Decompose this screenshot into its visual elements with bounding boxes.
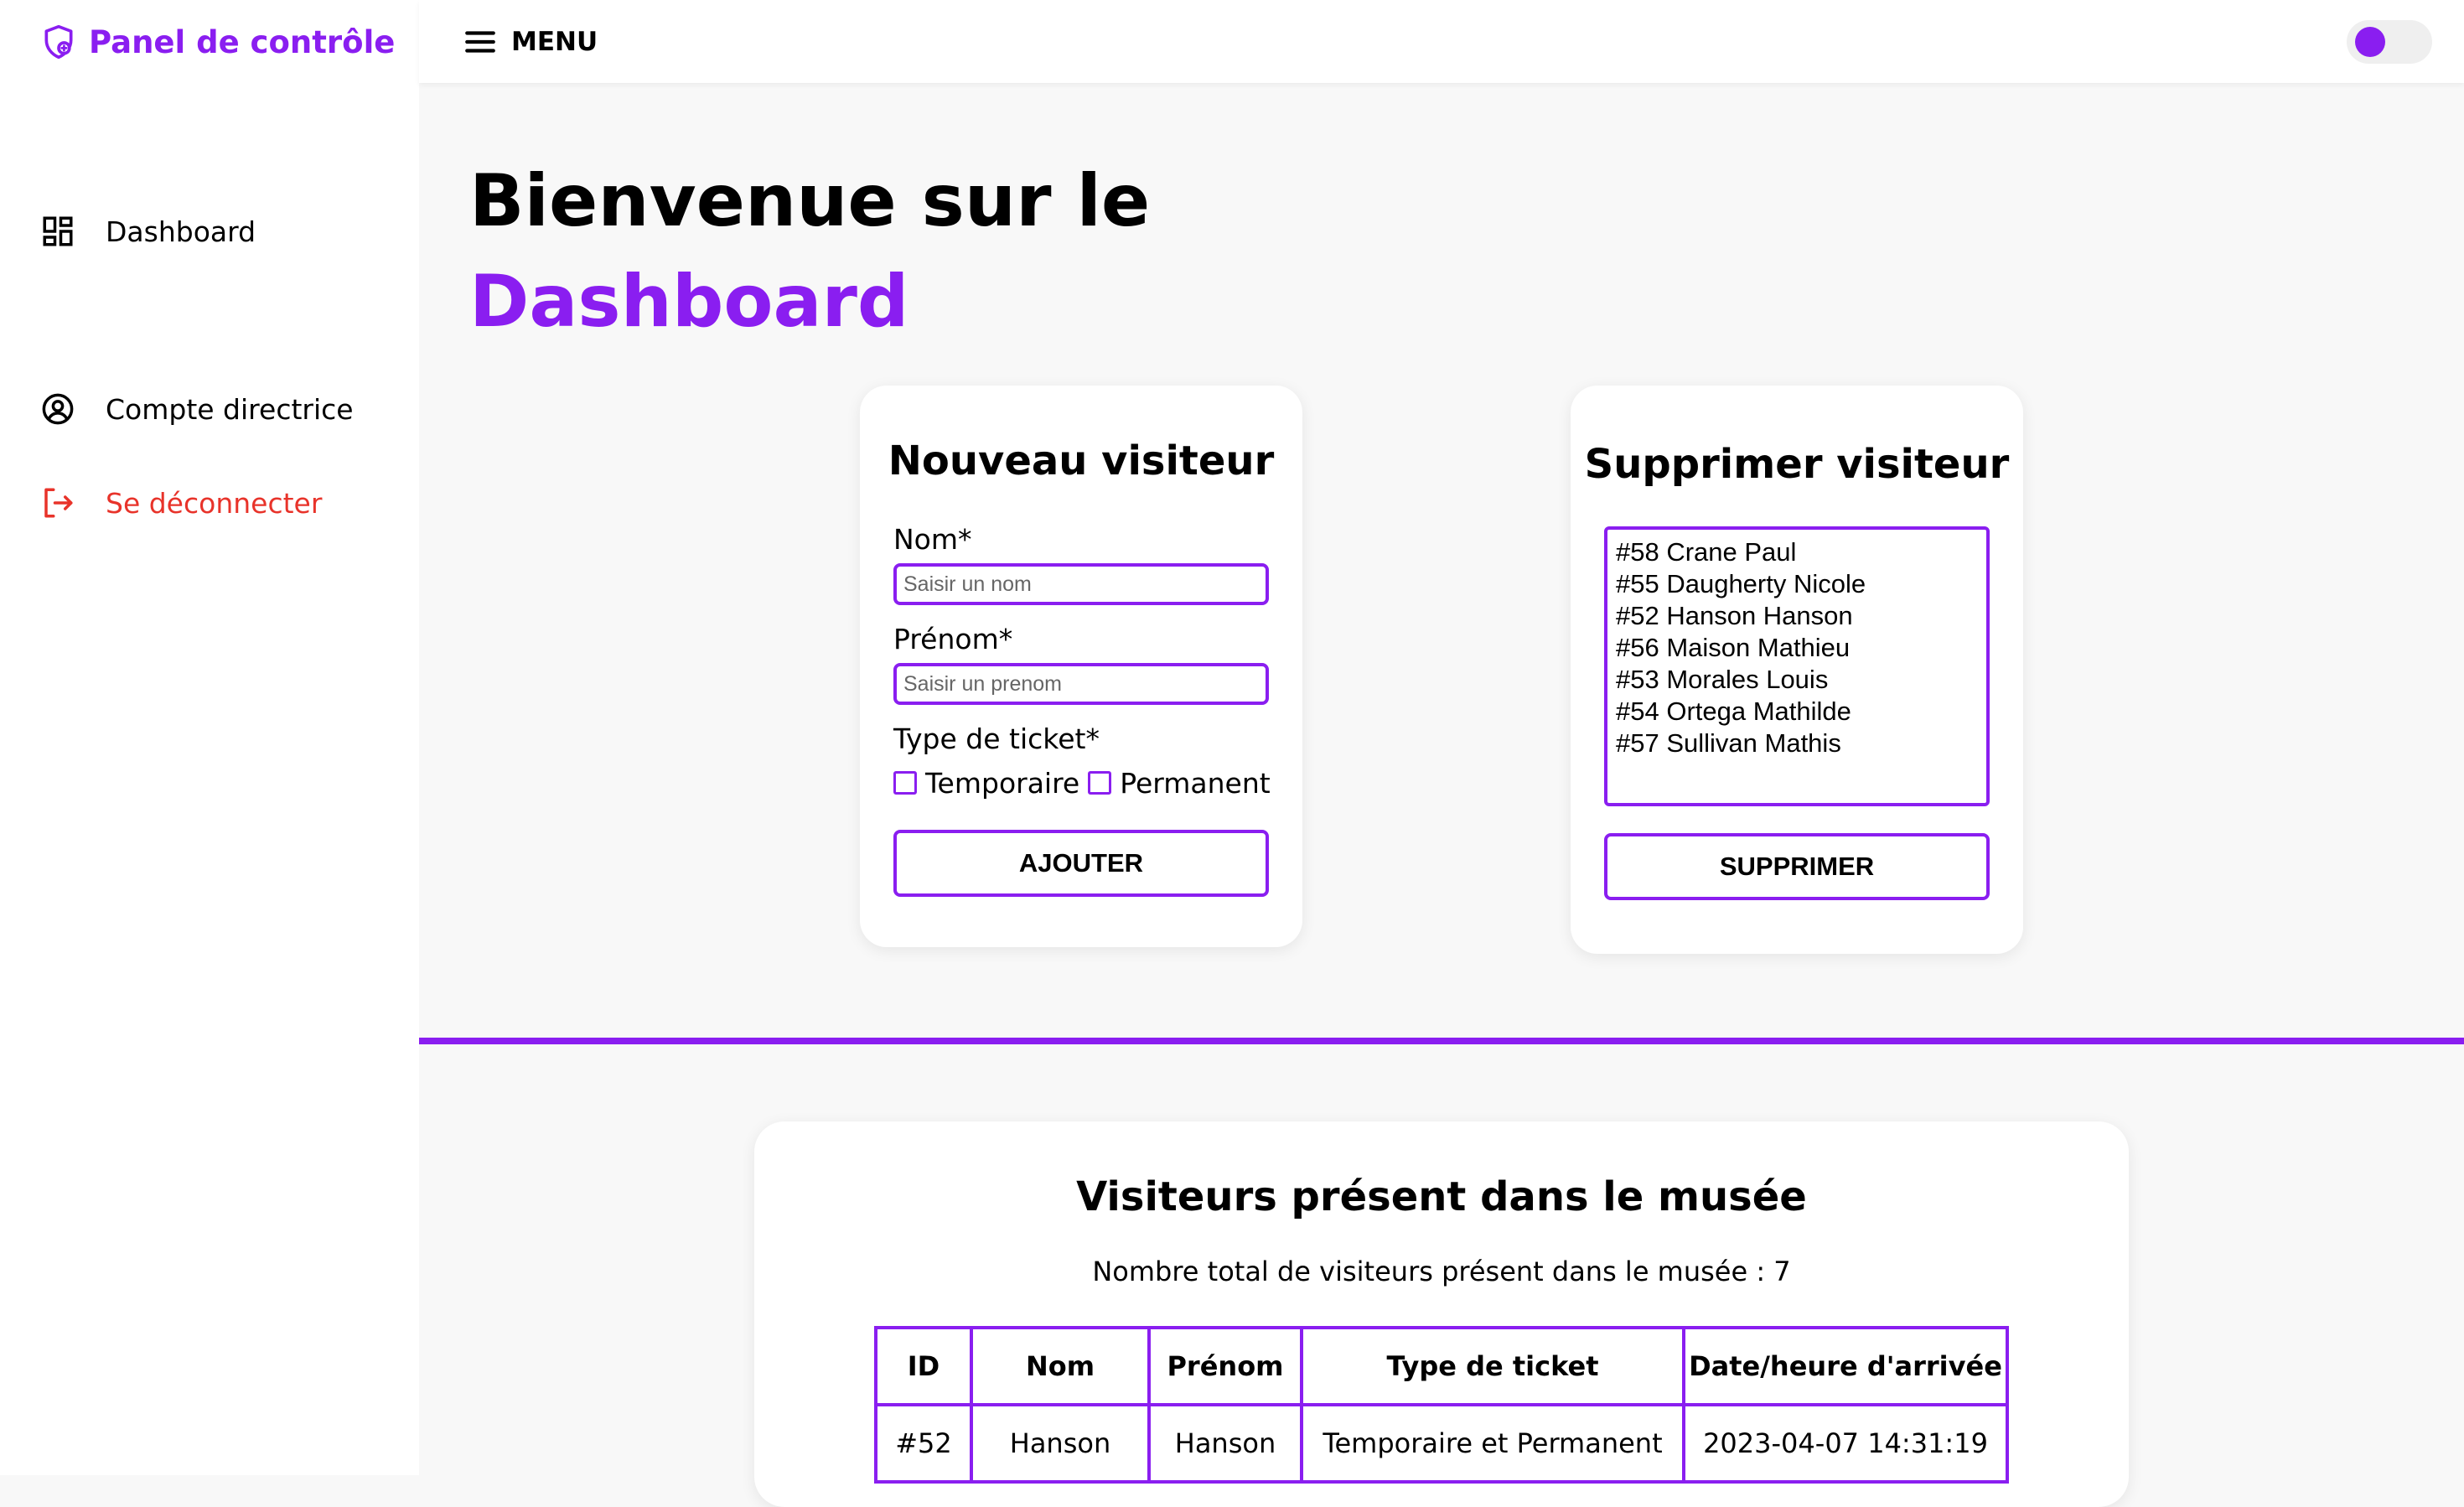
brand-title: Panel de contrôle <box>89 23 396 60</box>
visitor-select-list[interactable]: #58 Crane Paul #55 Daugherty Nicole #52 … <box>1604 526 1990 806</box>
temporaire-checkbox[interactable] <box>893 771 917 795</box>
menu-button[interactable]: MENU <box>463 18 598 65</box>
delete-visitor-card: Supprimer visiteur #58 Crane Paul #55 Da… <box>1571 386 2023 954</box>
logout-icon <box>44 488 73 518</box>
cell-prenom: Hanson <box>1147 1403 1303 1484</box>
card-title: Supprimer visiteur <box>1584 441 2010 488</box>
dashboard-icon <box>43 216 73 246</box>
cell-id: #52 <box>874 1403 973 1484</box>
ticket-type-label: Type de ticket* <box>893 722 1100 755</box>
visitors-card: Visiteurs présent dans le musée Nombre t… <box>754 1121 2129 1507</box>
permanent-checkbox[interactable] <box>1088 771 1112 795</box>
temporaire-label: Temporaire <box>925 766 1080 800</box>
toggle-knob <box>2355 27 2385 57</box>
list-item[interactable]: #53 Morales Louis <box>1616 664 1978 696</box>
column-header-nom: Nom <box>970 1326 1151 1406</box>
theme-toggle[interactable] <box>2347 20 2432 64</box>
sidebar: Panel de contrôle Dashboard Compte direc… <box>0 0 419 1475</box>
visitors-table: ID Nom Prénom Type de ticket Date/heure … <box>874 1326 2009 1484</box>
cell-ticket-type: Temporaire et Permanent <box>1300 1403 1685 1484</box>
column-header-prenom: Prénom <box>1147 1326 1303 1406</box>
cell-arrival: 2023-04-07 14:31:19 <box>1682 1403 2009 1484</box>
list-item[interactable]: #52 Hanson Hanson <box>1616 600 1978 632</box>
sidebar-item-dashboard[interactable]: Dashboard <box>40 206 256 256</box>
list-item[interactable]: #56 Maison Mathieu <box>1616 632 1978 664</box>
shield-icon <box>44 24 73 60</box>
column-header-id: ID <box>874 1326 973 1406</box>
card-title: Nouveau visiteur <box>888 438 1275 484</box>
brand[interactable]: Panel de contrôle <box>40 18 395 65</box>
nom-label: Nom* <box>893 523 972 556</box>
sidebar-item-label: Se déconnecter <box>106 486 323 520</box>
user-circle-icon <box>42 393 74 425</box>
prenom-label: Prénom* <box>893 623 1013 655</box>
table-header-row: ID Nom Prénom Type de ticket Date/heure … <box>874 1326 2009 1406</box>
sidebar-item-label: Dashboard <box>106 215 256 248</box>
table-row: #52 Hanson Hanson Temporaire et Permanen… <box>874 1403 2009 1484</box>
ticket-type-options: Temporaire Permanent <box>893 766 1271 800</box>
menu-label: MENU <box>511 27 598 57</box>
delete-button[interactable]: SUPPRIMER <box>1604 833 1990 900</box>
hamburger-icon <box>465 31 495 53</box>
nom-input[interactable] <box>893 563 1269 605</box>
column-header-ticket-type: Type de ticket <box>1300 1326 1685 1406</box>
add-button[interactable]: AJOUTER <box>893 830 1269 897</box>
top-bar: MENU <box>419 0 2464 83</box>
page-title-accent: Dashboard <box>469 260 909 344</box>
sidebar-item-label: Compte directrice <box>106 392 354 426</box>
cell-nom: Hanson <box>970 1403 1151 1484</box>
permanent-label: Permanent <box>1120 766 1271 800</box>
prenom-input[interactable] <box>893 663 1269 705</box>
visitors-title: Visiteurs présent dans le musée <box>1076 1173 1807 1220</box>
page-title: Bienvenue sur le <box>469 159 1151 243</box>
sidebar-item-account[interactable]: Compte directrice <box>40 384 354 434</box>
column-header-arrival: Date/heure d'arrivée <box>1682 1326 2009 1406</box>
add-visitor-card: Nouveau visiteur Nom* Prénom* Type de ti… <box>860 386 1302 947</box>
section-divider <box>419 1038 2464 1044</box>
sidebar-item-logout[interactable]: Se déconnecter <box>40 478 322 528</box>
list-item[interactable]: #57 Sullivan Mathis <box>1616 728 1978 759</box>
list-item[interactable]: #58 Crane Paul <box>1616 536 1978 568</box>
list-item[interactable]: #55 Daugherty Nicole <box>1616 568 1978 600</box>
list-item[interactable]: #54 Ortega Mathilde <box>1616 696 1978 728</box>
visitors-total: Nombre total de visiteurs présent dans l… <box>1092 1256 1791 1287</box>
